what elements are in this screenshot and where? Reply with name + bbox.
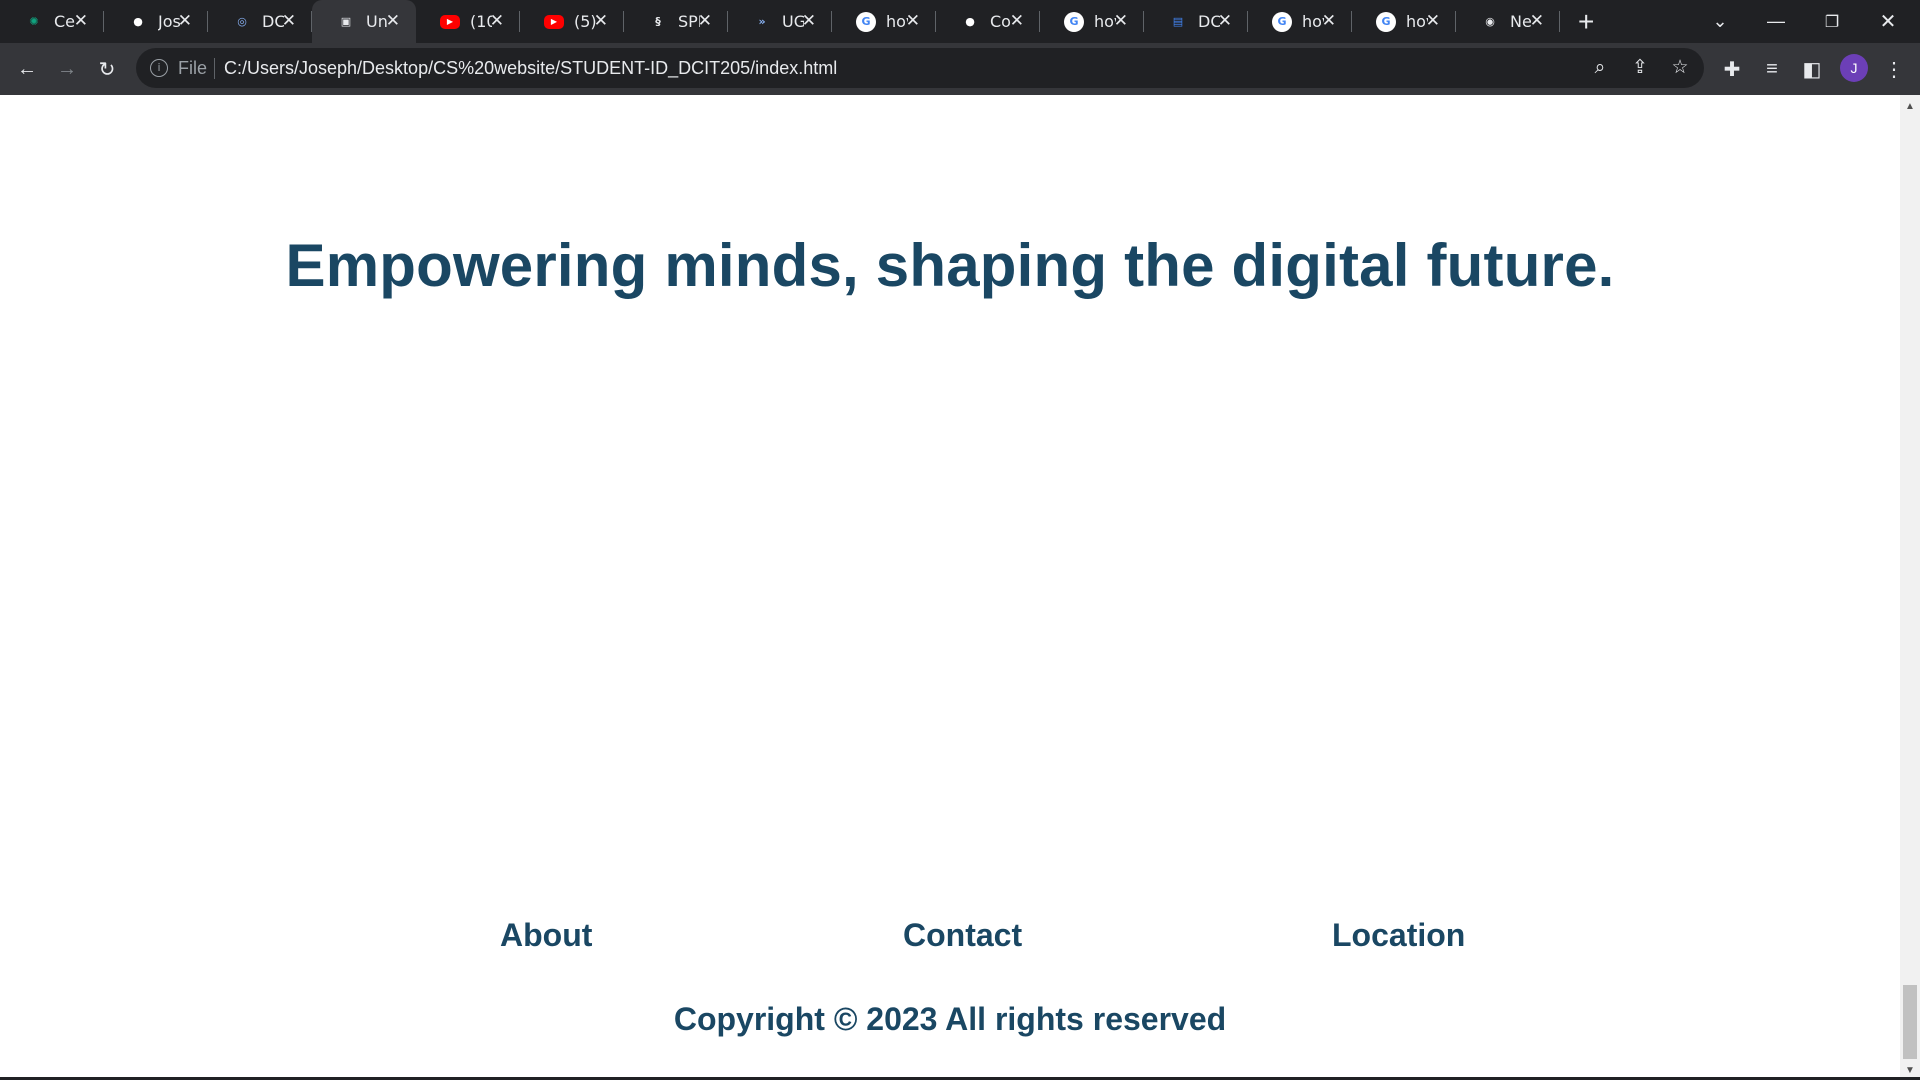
browser-tab[interactable]: ● Jos ✕ (104, 0, 208, 43)
scrollbar-thumb[interactable] (1903, 985, 1917, 1059)
close-tab-icon[interactable]: ✕ (1218, 11, 1232, 31)
browser-tab[interactable]: ▣ Un ✕ (312, 0, 416, 43)
extensions-icon[interactable]: ✚ (1716, 53, 1748, 85)
tab-title: UG (782, 12, 804, 31)
tab-title: Jos (158, 12, 180, 31)
close-tab-icon[interactable]: ✕ (594, 11, 608, 31)
chrome-icon: ◉ (1485, 15, 1495, 28)
page-viewport: Empowering minds, shaping the digital fu… (0, 95, 1900, 1080)
minimize-button[interactable]: — (1748, 0, 1804, 43)
github-icon: ● (965, 15, 975, 28)
browser-tab[interactable]: » UG ✕ (728, 0, 832, 43)
tab-title: Ne (1510, 12, 1532, 31)
google-icon: G (1064, 11, 1084, 32)
close-tab-icon[interactable]: ✕ (386, 11, 400, 31)
scroll-up-arrow-icon[interactable]: ▲ (1905, 101, 1915, 112)
forward-button[interactable]: → (51, 53, 83, 85)
tab-strip: ✺Cer✕●Jos✕◎DC✕▣Un✕▶(10✕▶(5)✕§SPI✕»UG✕Gho… (0, 0, 1920, 43)
page-scrollbar[interactable]: ▲ ▼ (1900, 95, 1920, 1080)
side-panel-icon[interactable]: ◧ (1796, 53, 1828, 85)
browser-tab[interactable]: ● Co ✕ (936, 0, 1040, 43)
ug-icon: » (758, 15, 766, 28)
footer-link-about[interactable]: About (500, 917, 592, 954)
spi-icon: § (655, 15, 661, 28)
tab-title: hov (1302, 12, 1324, 31)
close-tab-icon[interactable]: ✕ (1010, 11, 1024, 31)
footer-link-contact[interactable]: Contact (903, 917, 1022, 954)
omnibox-divider (214, 58, 215, 79)
close-window-button[interactable]: ✕ (1860, 0, 1916, 43)
openai-icon: ✺ (29, 15, 39, 28)
media-controls-icon[interactable]: ≡ (1756, 53, 1788, 85)
tab-title: (5) (574, 12, 596, 31)
youtube-icon: ▶ (544, 14, 564, 29)
browser-toolbar: ← → ↻ i File C:/Users/Joseph/Desktop/CS%… (0, 43, 1920, 95)
hero-heading: Empowering minds, shaping the digital fu… (285, 232, 1615, 299)
close-tab-icon[interactable]: ✕ (906, 11, 920, 31)
scheme-label: File (178, 58, 208, 78)
browser-tab[interactable]: Ghov✕ (1352, 0, 1456, 43)
browser-tab[interactable]: Ghov✕ (832, 0, 936, 43)
close-tab-icon[interactable]: ✕ (698, 11, 712, 31)
browser-tab[interactable]: Ghov✕ (1040, 0, 1144, 43)
copyright-text: Copyright © 2023 All rights reserved (673, 1001, 1227, 1037)
address-bar[interactable]: i File C:/Users/Joseph/Desktop/CS%20webs… (136, 48, 1704, 88)
tab-title: hov (1094, 12, 1116, 31)
tab-title: hov (886, 12, 908, 31)
google-icon: G (1376, 11, 1396, 32)
reload-button[interactable]: ↻ (91, 53, 123, 85)
globe-icon: ◎ (237, 15, 247, 28)
scroll-down-arrow-icon[interactable]: ▼ (1905, 1065, 1915, 1076)
tab-divider (1559, 11, 1560, 32)
footer-link-location[interactable]: Location (1332, 917, 1465, 954)
github-icon: ● (133, 15, 143, 28)
close-tab-icon[interactable]: ✕ (802, 11, 816, 31)
browser-tab[interactable]: ◎ DC ✕ (208, 0, 312, 43)
tab-search-icon[interactable]: ⌄ (1692, 0, 1748, 43)
close-tab-icon[interactable]: ✕ (74, 11, 88, 31)
restore-button[interactable]: ❐ (1804, 0, 1860, 43)
close-tab-icon[interactable]: ✕ (1530, 11, 1544, 31)
tab-title: DC (262, 12, 284, 31)
tab-list: ✺Cer✕●Jos✕◎DC✕▣Un✕▶(10✕▶(5)✕§SPI✕»UG✕Gho… (0, 0, 1560, 43)
close-tab-icon[interactable]: ✕ (1426, 11, 1440, 31)
site-info-icon[interactable]: i (150, 59, 168, 77)
close-tab-icon[interactable]: ✕ (1322, 11, 1336, 31)
close-tab-icon[interactable]: ✕ (178, 11, 192, 31)
tab-title: Cer (54, 12, 76, 31)
tab-title: Co (990, 12, 1011, 31)
tab-title: DC (1198, 12, 1220, 31)
tab-title: Un (366, 12, 388, 31)
browser-tab[interactable]: Ghov✕ (1248, 0, 1352, 43)
browser-tab[interactable]: ▤ DC ✕ (1144, 0, 1248, 43)
tab-title: (10 (470, 12, 492, 31)
bookmark-star-icon[interactable]: ☆ (1668, 56, 1692, 80)
profile-avatar[interactable]: J (1840, 54, 1868, 82)
google-icon: G (1272, 11, 1292, 32)
google-icon: G (856, 11, 876, 32)
browser-tab[interactable]: ▶ (10 ✕ (416, 0, 520, 43)
browser-tab[interactable]: ◉ Ne ✕ (1456, 0, 1560, 43)
zoom-icon[interactable]: ⌕ (1588, 56, 1612, 80)
tab-title: hov (1406, 12, 1428, 31)
back-button[interactable]: ← (11, 53, 43, 85)
browser-tab[interactable]: ✺ Cer✕ (0, 0, 104, 43)
browser-tab[interactable]: § SPI✕ (624, 0, 728, 43)
close-tab-icon[interactable]: ✕ (282, 11, 296, 31)
google-docs-icon: ▤ (1172, 15, 1184, 28)
new-tab-button[interactable]: + (1578, 0, 1594, 43)
share-icon[interactable]: ⇪ (1628, 56, 1652, 80)
url-text[interactable]: C:/Users/Joseph/Desktop/CS%20website/STU… (224, 58, 837, 79)
menu-icon[interactable]: ⋮ (1878, 53, 1910, 85)
youtube-icon: ▶ (440, 14, 460, 29)
university-icon: ▣ (340, 15, 352, 28)
close-tab-icon[interactable]: ✕ (1114, 11, 1128, 31)
tab-title: SPI (678, 12, 700, 31)
close-tab-icon[interactable]: ✕ (490, 11, 504, 31)
browser-tab[interactable]: ▶ (5) ✕ (520, 0, 624, 43)
